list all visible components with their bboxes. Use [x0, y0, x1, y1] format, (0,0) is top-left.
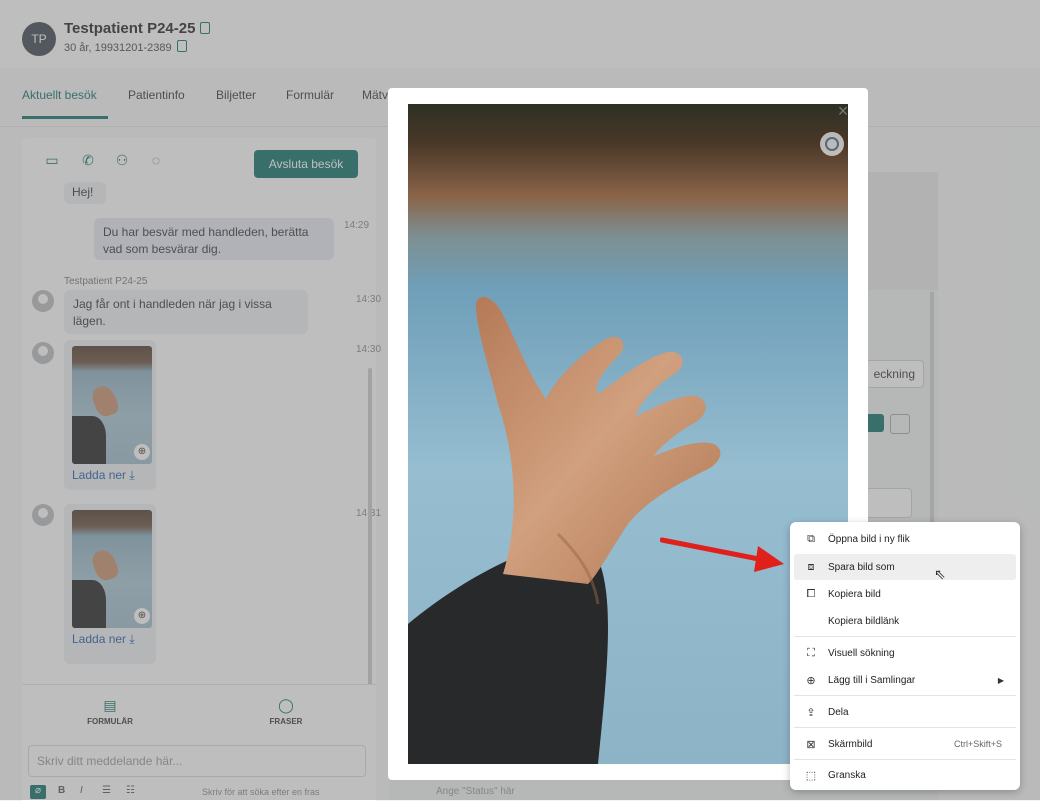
menu-item-label: Kopiera bild	[828, 588, 881, 600]
annotation-arrow	[660, 537, 784, 572]
menu-separator	[794, 695, 1016, 696]
menu-shortcut: Ctrl+Skift+S	[953, 739, 1002, 749]
menu-item-label: Granska	[828, 769, 866, 781]
enlarged-image[interactable]	[408, 104, 848, 764]
menu-item-share[interactable]: ⇪ Dela	[794, 699, 1016, 725]
menu-item-label: Visuell sökning	[828, 647, 895, 659]
save-image-icon: ⧈	[807, 560, 815, 573]
menu-item-label: Skärmbild	[828, 738, 873, 750]
app-window: TP Testpatient P24-25 30 år, 19931201-23…	[0, 0, 1040, 801]
menu-separator	[794, 636, 1016, 637]
visual-search-icon: ⛶	[807, 646, 815, 659]
menu-item-screenshot[interactable]: ⊠ Skärmbild Ctrl+Skift+S	[794, 731, 1016, 757]
new-tab-icon: ⧉	[807, 532, 815, 545]
menu-item-copy-image-link[interactable]: Kopiera bildlänk	[794, 608, 1016, 634]
menu-item-save-image-as[interactable]: ⧈ Spara bild som	[794, 554, 1016, 580]
menu-item-label: Lägg till i Samlingar	[828, 674, 916, 686]
menu-item-inspect[interactable]: ⬚ Granska	[794, 762, 1016, 788]
context-menu: ⧉ Öppna bild i ny flik ⧈ Spara bild som ⧠ K…	[790, 522, 1020, 790]
menu-separator	[794, 727, 1016, 728]
menu-item-label: Öppna bild i ny flik	[828, 533, 910, 545]
submenu-arrow-icon: ▶	[997, 675, 1004, 685]
menu-item-label: Spara bild som	[828, 561, 895, 573]
menu-item-label: Kopiera bildlänk	[828, 615, 900, 627]
menu-separator	[794, 759, 1016, 760]
copy-image-icon: ⧠	[806, 587, 816, 600]
menu-item-add-to-collections[interactable]: ⊕ Lägg till i Samlingar ▶	[794, 667, 1016, 693]
hand-photo	[408, 104, 848, 764]
menu-item-copy-image[interactable]: ⧠ Kopiera bild	[794, 581, 1016, 607]
menu-item-open-image-new-tab[interactable]: ⧉ Öppna bild i ny flik	[794, 526, 1016, 552]
collections-icon: ⊕	[806, 674, 816, 687]
mouse-pointer-icon: ⇖	[934, 566, 946, 582]
screenshot-icon: ⊠	[806, 738, 816, 751]
share-icon: ⇪	[806, 706, 816, 719]
inspect-icon: ⬚	[805, 769, 817, 782]
menu-item-visual-search[interactable]: ⛶ Visuell sökning	[794, 640, 1016, 666]
visual-search-icon[interactable]	[820, 132, 844, 156]
menu-item-label: Dela	[828, 706, 849, 718]
close-icon[interactable]: ×	[834, 102, 852, 120]
